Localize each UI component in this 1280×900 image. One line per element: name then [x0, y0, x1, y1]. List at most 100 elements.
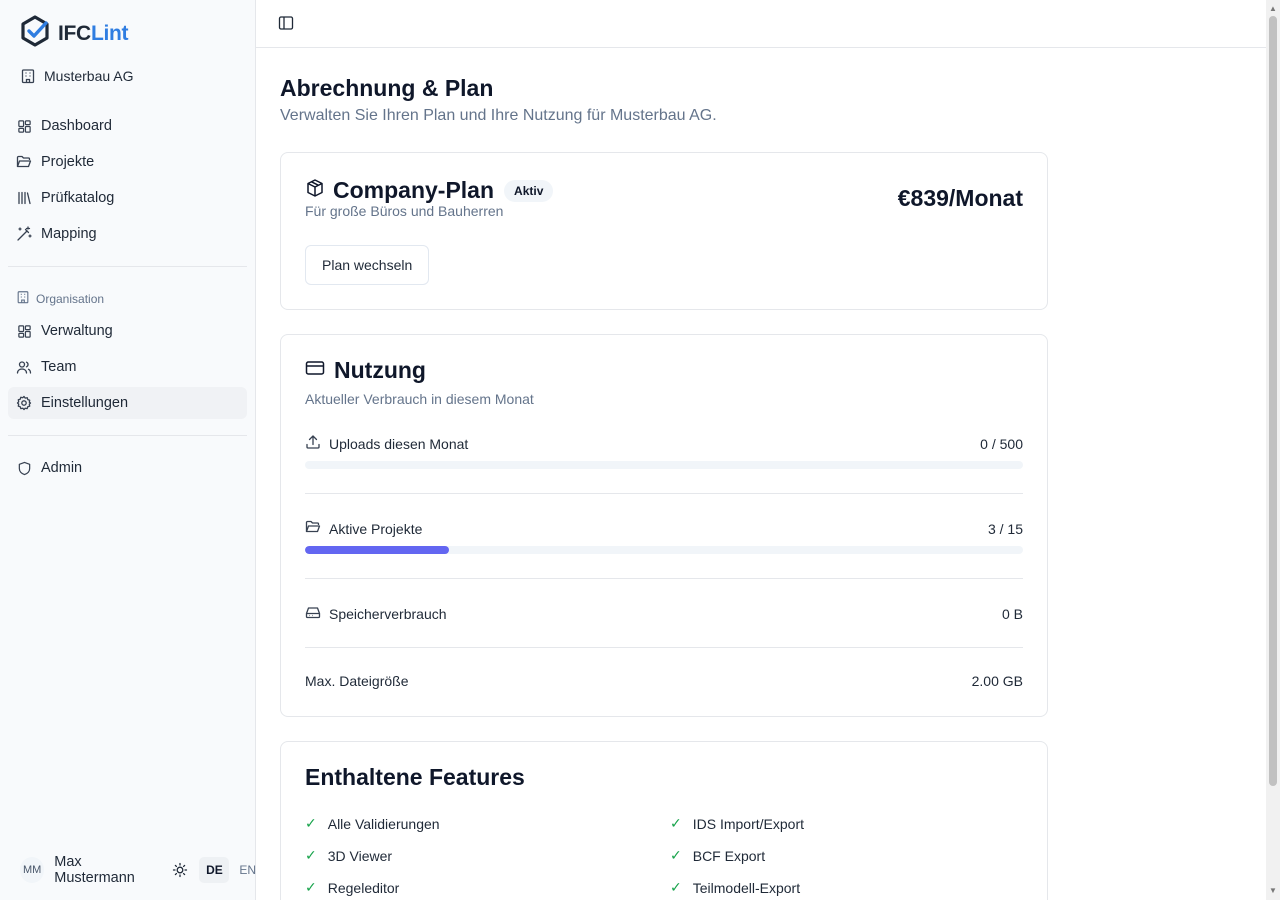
metric-value: 3 / 15 [987, 520, 1023, 537]
user-name[interactable]: Max Mustermann [54, 854, 159, 886]
sidebar-item-verwaltung[interactable]: Verwaltung [8, 315, 247, 347]
building-icon [20, 68, 36, 84]
plan-price: €839/Monat [897, 185, 1023, 211]
app-logo[interactable]: IFCLint [20, 15, 129, 52]
org-name: Musterbau AG [44, 68, 134, 84]
metric-storage: Speicherverbrauch 0 B [305, 604, 1023, 623]
sidebar-item-label: Admin [41, 460, 83, 476]
credit-card-icon [305, 358, 325, 383]
feature-label: Teilmodell-Export [692, 879, 801, 896]
user-menu: MM Max Mustermann DE EN [20, 854, 256, 886]
scroll-down-arrow-icon[interactable]: ▼ [1269, 886, 1277, 895]
logo-text-ifc: IFC [58, 21, 91, 45]
metric-label: Speicherverbrauch [329, 605, 447, 622]
usage-header: Nutzung [305, 357, 426, 384]
plan-card: Company-Plan Aktiv Für große Büros und B… [280, 152, 1048, 310]
plan-description: Für große Büros und Bauherren [305, 203, 504, 219]
change-plan-button[interactable]: Plan wechseln [305, 245, 430, 285]
feature-item: ✓ Alle Validierungen [305, 815, 440, 832]
usage-divider [305, 493, 1023, 494]
topbar [256, 0, 1266, 48]
sun-icon[interactable] [171, 860, 190, 880]
usage-divider [305, 578, 1023, 579]
uploads-progress-bar [305, 461, 1023, 469]
org-switcher[interactable]: Musterbau AG [20, 68, 134, 84]
scrollbar-thumb[interactable] [1269, 16, 1277, 786]
sidebar-item-label: Dashboard [41, 118, 112, 134]
avatar[interactable]: MM [20, 857, 45, 883]
sidebar: IFCLint Musterbau AG Dashboard Projekte … [0, 0, 256, 900]
section-label-text: Organisation [36, 291, 105, 306]
metric-uploads-label-group: Uploads diesen Monat [305, 434, 468, 453]
check-icon: ✓ [305, 879, 317, 895]
usage-card: Nutzung Aktueller Verbrauch in diesem Mo… [280, 334, 1048, 717]
plan-name: Company-Plan [333, 177, 495, 203]
metric-value: 2.00 GB [971, 673, 1023, 689]
page-subtitle: Verwalten Sie Ihren Plan und Ihre Nutzun… [280, 107, 717, 124]
feature-item: ✓ Teilmodell-Export [670, 879, 800, 896]
projects-progress-fill [305, 546, 449, 554]
metric-label: Uploads diesen Monat [329, 435, 469, 452]
dashboard-icon [16, 323, 32, 339]
building-icon [16, 290, 30, 307]
logo-text-lint: Lint [90, 21, 129, 45]
feature-label: Regeleditor [327, 879, 400, 896]
wand-icon [16, 226, 32, 242]
sidebar-item-admin[interactable]: Admin [8, 452, 247, 484]
sidebar-item-label: Team [41, 359, 77, 375]
sidebar-divider [8, 435, 247, 436]
folder-icon [16, 154, 32, 170]
dashboard-icon [16, 118, 32, 134]
sidebar-item-pruefkatalog[interactable]: Prüfkatalog [8, 182, 247, 214]
metric-max-file-size: Max. Dateigröße 2.00 GB [305, 673, 1023, 689]
projects-progress-bar [305, 546, 1023, 554]
check-icon: ✓ [670, 815, 682, 831]
sidebar-item-label: Projekte [41, 154, 95, 170]
folder-icon [305, 519, 321, 538]
usage-title: Nutzung [334, 357, 426, 383]
check-icon: ✓ [670, 879, 682, 895]
metric-projects: Aktive Projekte 3 / 15 [305, 519, 1023, 538]
users-icon [16, 359, 32, 375]
logo-text: IFCLint [58, 21, 129, 46]
feature-item: ✓ BCF Export [670, 847, 765, 864]
feature-item: ✓ Regeleditor [305, 879, 399, 896]
sidebar-item-team[interactable]: Team [8, 351, 247, 383]
upload-icon [305, 434, 321, 453]
feature-label: BCF Export [692, 847, 766, 864]
metric-label: Max. Dateigröße [305, 673, 409, 689]
features-title: Enthaltene Features [305, 764, 525, 790]
shield-icon [16, 460, 32, 476]
usage-description: Aktueller Verbrauch in diesem Monat [305, 391, 534, 407]
feature-label: 3D Viewer [327, 847, 393, 864]
metric-storage-label-group: Speicherverbrauch [305, 604, 447, 623]
status-badge: Aktiv [504, 179, 554, 202]
features-card: Enthaltene Features ✓ Alle Validierungen… [280, 741, 1048, 900]
sidebar-toggle-icon[interactable] [278, 15, 296, 33]
sidebar-item-label: Verwaltung [41, 323, 113, 339]
sidebar-item-label: Mapping [41, 226, 97, 242]
sidebar-item-label: Einstellungen [41, 395, 129, 411]
sidebar-item-einstellungen[interactable]: Einstellungen [8, 387, 247, 419]
sidebar-item-dashboard[interactable]: Dashboard [8, 110, 247, 142]
language-de-button[interactable]: DE [199, 857, 230, 883]
language-en-button[interactable]: EN [239, 863, 256, 877]
metric-uploads: Uploads diesen Monat 0 / 500 [305, 434, 1023, 453]
plan-header: Company-Plan Aktiv [305, 177, 554, 204]
usage-divider [305, 647, 1023, 648]
library-icon [16, 190, 32, 206]
sidebar-item-mapping[interactable]: Mapping [8, 218, 247, 250]
hard-drive-icon [305, 604, 321, 623]
logo-shield-check-icon [20, 15, 50, 52]
feature-label: IDS Import/Export [692, 815, 804, 832]
metric-label: Aktive Projekte [329, 520, 423, 537]
page-title: Abrechnung & Plan [280, 75, 494, 101]
metric-value: 0 B [1001, 605, 1023, 622]
feature-item: ✓ IDS Import/Export [670, 815, 804, 832]
scrollbar[interactable]: ▲ ▼ [1266, 0, 1280, 900]
feature-item: ✓ 3D Viewer [305, 847, 392, 864]
sidebar-divider [8, 266, 247, 267]
sidebar-item-projekte[interactable]: Projekte [8, 146, 247, 178]
sidebar-item-label: Prüfkatalog [41, 190, 115, 206]
scroll-up-arrow-icon[interactable]: ▲ [1269, 4, 1277, 13]
